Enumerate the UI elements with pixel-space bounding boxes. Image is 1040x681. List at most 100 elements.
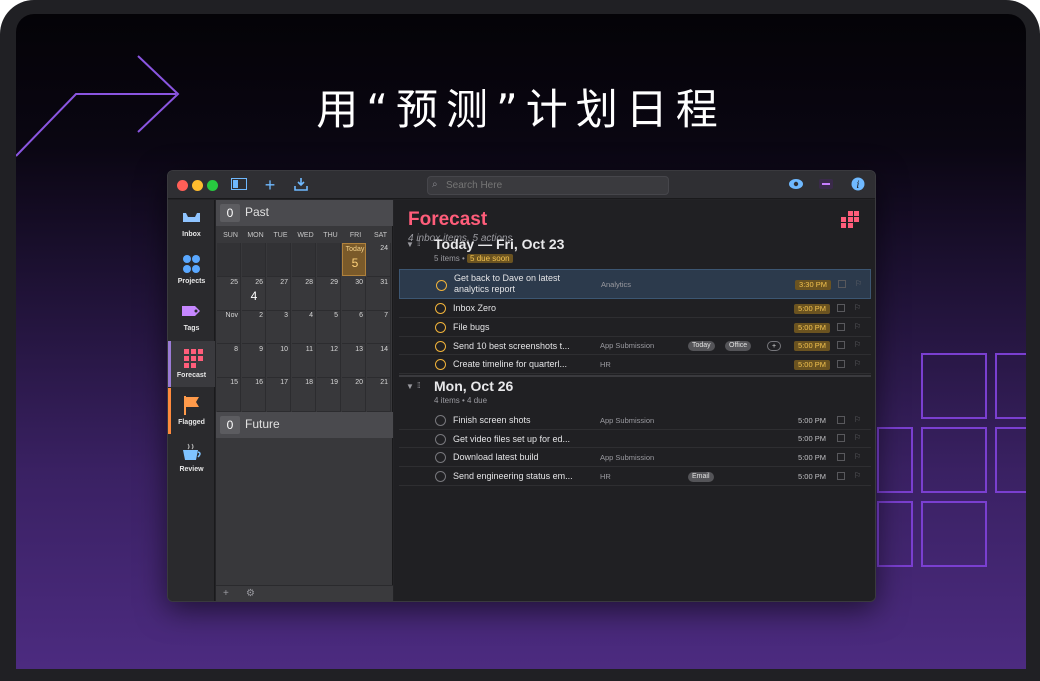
- note-icon[interactable]: [837, 472, 845, 480]
- flag-icon[interactable]: ⚐: [854, 303, 861, 312]
- tag-badge[interactable]: Today: [688, 341, 715, 351]
- sidebar-item-forecast[interactable]: Forecast: [168, 341, 215, 387]
- search-field[interactable]: ⌕: [427, 176, 669, 195]
- calendar-day[interactable]: 12: [317, 344, 341, 378]
- calendar-day[interactable]: 24: [367, 243, 391, 277]
- task-row[interactable]: Inbox Zero 5:00 PM ⚐: [399, 299, 871, 318]
- eye-icon[interactable]: [787, 177, 805, 193]
- sidebar-toggle-icon[interactable]: [230, 177, 248, 193]
- note-icon[interactable]: [837, 360, 845, 368]
- flag-icon[interactable]: ⚐: [854, 340, 861, 349]
- add-menu-button[interactable]: +: [223, 588, 229, 599]
- minimize-button[interactable]: [192, 180, 203, 191]
- download-icon[interactable]: [292, 177, 310, 193]
- calendar-day[interactable]: 10: [267, 344, 291, 378]
- calendar-day[interactable]: 3: [267, 310, 291, 344]
- calendar-day[interactable]: 6: [342, 310, 366, 344]
- task-row[interactable]: Get back to Dave on latest analytics rep…: [399, 269, 871, 299]
- calendar-day[interactable]: 28: [292, 277, 316, 311]
- note-icon[interactable]: [837, 434, 845, 442]
- task-checkbox[interactable]: [435, 341, 446, 352]
- calendar-day[interactable]: 9: [242, 344, 266, 378]
- note-icon[interactable]: [837, 341, 845, 349]
- sidebar-item-flagged[interactable]: Flagged: [168, 388, 215, 434]
- task-row[interactable]: Create timeline for quarterl... HR 5:00 PM…: [399, 355, 871, 374]
- future-row[interactable]: 0 Future: [216, 412, 393, 438]
- svg-text:i: i: [856, 180, 859, 191]
- calendar-day[interactable]: 8: [217, 344, 241, 378]
- calendar-day[interactable]: 15: [217, 377, 241, 412]
- calendar-day[interactable]: 18: [292, 377, 316, 412]
- flag-icon[interactable]: ⚐: [854, 415, 861, 424]
- calendar-day[interactable]: 31: [367, 277, 391, 311]
- add-tag-button[interactable]: +: [767, 341, 782, 351]
- disclosure-triangle-icon[interactable]: ▼: [406, 240, 414, 249]
- calendar-day[interactable]: 20: [342, 377, 366, 412]
- close-button[interactable]: [177, 180, 188, 191]
- task-checkbox[interactable]: [435, 359, 446, 370]
- drag-handle-icon[interactable]: ⁞⁞: [417, 239, 421, 248]
- task-checkbox[interactable]: [435, 471, 446, 482]
- drag-handle-icon[interactable]: ⁞⁞: [417, 381, 421, 390]
- tag-badge[interactable]: Email: [688, 472, 714, 482]
- calendar-day[interactable]: 7: [367, 310, 391, 344]
- task-row[interactable]: Finish screen shots App Submission 5:00 PM…: [399, 411, 871, 430]
- calendar-day[interactable]: 2: [242, 310, 266, 344]
- review-icon: [183, 443, 201, 460]
- task-checkbox[interactable]: [435, 452, 446, 463]
- task-row[interactable]: Send 10 best screenshots t... App Submiss…: [399, 337, 871, 355]
- note-icon[interactable]: [838, 280, 846, 288]
- zoom-button[interactable]: [207, 180, 218, 191]
- calendar-day[interactable]: 30: [342, 277, 366, 311]
- note-icon[interactable]: [837, 416, 845, 424]
- sidebar-item-review[interactable]: Review: [168, 435, 215, 481]
- disclosure-triangle-icon[interactable]: ▼: [406, 382, 414, 391]
- task-row[interactable]: Send engineering status em... HR Email 5:00…: [399, 467, 871, 486]
- note-icon[interactable]: [837, 304, 845, 312]
- calendar-day[interactable]: 29: [317, 277, 341, 311]
- day-of-week-label: MON: [247, 232, 264, 239]
- task-checkbox[interactable]: [436, 280, 447, 291]
- calendar-day[interactable]: 19: [317, 377, 341, 412]
- calendar-day[interactable]: 17: [267, 377, 291, 412]
- note-icon[interactable]: [837, 453, 845, 461]
- focus-icon[interactable]: [817, 177, 835, 193]
- info-icon[interactable]: i: [849, 177, 867, 193]
- calendar-day[interactable]: 27: [267, 277, 291, 311]
- flag-icon[interactable]: ⚐: [854, 359, 861, 368]
- task-title: Create timeline for quarterl...: [453, 359, 568, 369]
- calendar-day[interactable]: 25: [217, 277, 241, 311]
- note-icon[interactable]: [837, 323, 845, 331]
- sidebar-item-tags[interactable]: Tags: [168, 294, 215, 340]
- past-row[interactable]: 0 Past: [216, 200, 393, 226]
- flag-icon[interactable]: ⚐: [855, 279, 862, 288]
- flag-icon[interactable]: ⚐: [854, 322, 861, 331]
- calendar-day[interactable]: 26 4: [242, 277, 266, 311]
- task-checkbox[interactable]: [435, 322, 446, 333]
- task-checkbox[interactable]: [435, 303, 446, 314]
- calendar-day[interactable]: 21: [367, 377, 391, 412]
- task-row[interactable]: Get video files set up for ed... 5:00 PM ⚐: [399, 430, 871, 448]
- calendar-day[interactable]: 4: [292, 310, 316, 344]
- calendar-day[interactable]: Nov: [217, 310, 241, 344]
- gear-icon[interactable]: ⚙: [246, 588, 255, 599]
- tag-badge[interactable]: Office: [725, 341, 752, 351]
- search-input[interactable]: [446, 177, 666, 194]
- task-row[interactable]: File bugs 5:00 PM ⚐: [399, 318, 871, 337]
- calendar-day[interactable]: 13: [342, 344, 366, 378]
- calendar-day[interactable]: 16: [242, 377, 266, 412]
- flag-icon[interactable]: ⚐: [854, 471, 861, 480]
- add-icon[interactable]: +: [261, 176, 279, 194]
- flag-icon[interactable]: ⚐: [854, 452, 861, 461]
- calendar-day[interactable]: 11: [292, 344, 316, 378]
- sidebar-item-inbox[interactable]: Inbox: [168, 200, 215, 246]
- flag-icon[interactable]: ⚐: [854, 433, 861, 442]
- task-checkbox[interactable]: [435, 415, 446, 426]
- sidebar: Inbox Projects Tags Forecast Flagged Rev…: [168, 200, 215, 601]
- sidebar-item-projects[interactable]: Projects: [168, 247, 215, 293]
- calendar-day[interactable]: 5: [317, 310, 341, 344]
- task-checkbox[interactable]: [435, 434, 446, 445]
- task-row[interactable]: Download latest build App Submission 5:00 …: [399, 448, 871, 467]
- calendar-day[interactable]: 14: [367, 344, 391, 378]
- calendar-day-today[interactable]: Today 5: [342, 243, 366, 276]
